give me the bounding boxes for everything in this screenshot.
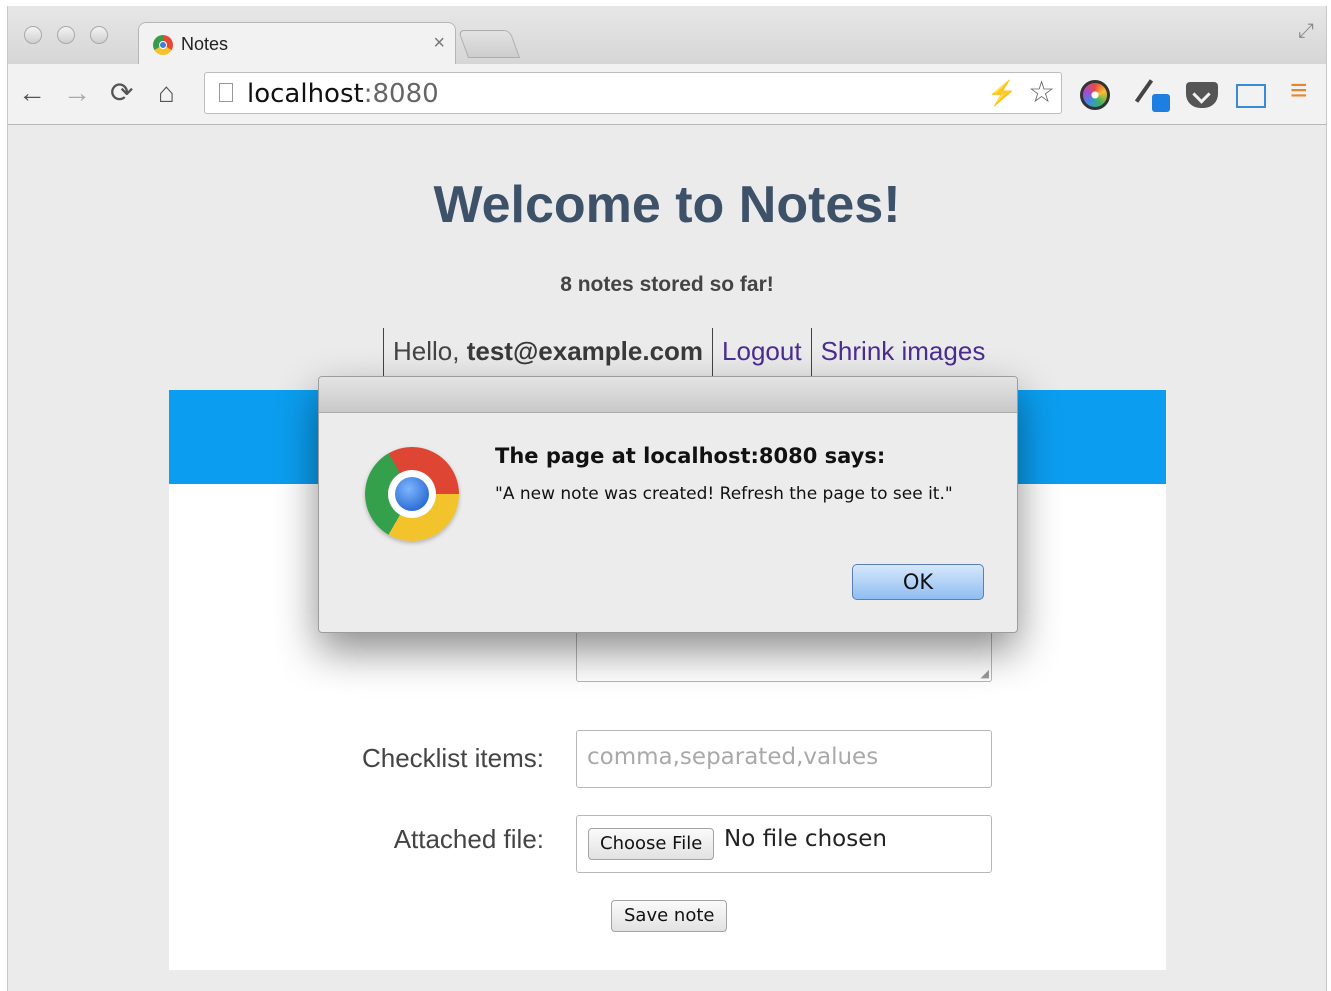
chrome-logo-ring <box>388 470 436 518</box>
bookmark-star-icon[interactable]: ☆ <box>1028 75 1055 110</box>
file-input[interactable]: Choose File No file chosen <box>576 815 992 873</box>
page-content: Welcome to Notes! 8 notes stored so far!… <box>8 125 1326 991</box>
tab-notes[interactable]: Notes × <box>138 22 456 64</box>
no-file-text: No file chosen <box>724 826 887 852</box>
notes-favicon-icon <box>153 35 173 55</box>
dialog-message: "A new note was created! Refresh the pag… <box>495 484 953 504</box>
reload-icon[interactable]: ⟳ <box>110 76 133 110</box>
url-host: localhost <box>247 79 364 109</box>
eyedropper-extension-icon[interactable] <box>1134 76 1170 112</box>
close-window-button[interactable] <box>24 26 42 44</box>
shrink-images-link[interactable]: Shrink images <box>810 328 995 376</box>
checklist-placeholder: comma,separated,values <box>587 744 879 770</box>
forward-arrow-icon[interactable]: → <box>63 76 91 110</box>
new-tab-button[interactable] <box>457 30 521 58</box>
browser-toolbar: ← → ⟳ ⌂ localhost:8080 ⚡ ☆ ≡ <box>8 64 1326 125</box>
chrome-logo-center <box>395 477 429 511</box>
tab-strip: Notes × ⤢ <box>8 6 1326 64</box>
alert-dialog: The page at localhost:8080 says: "A new … <box>318 376 1018 633</box>
tab-close-icon[interactable]: × <box>433 32 445 55</box>
checklist-input[interactable]: comma,separated,values <box>576 730 992 788</box>
fullscreen-icon[interactable]: ⤢ <box>1298 20 1314 43</box>
chrome-logo-icon <box>365 447 459 541</box>
url-port: :8080 <box>363 79 439 109</box>
tab-title: Notes <box>181 34 229 54</box>
dialog-titlebar <box>319 377 1017 413</box>
user-email: test@example.com <box>466 336 704 366</box>
save-note-button[interactable]: Save note <box>611 900 728 932</box>
url-text: localhost:8080 <box>247 79 439 109</box>
page-icon <box>219 83 233 102</box>
back-arrow-icon[interactable]: ← <box>18 76 46 110</box>
pocket-extension-icon[interactable] <box>1186 82 1218 108</box>
page-title: Welcome to Notes! <box>433 176 901 234</box>
user-nav: Hello, test@example.com Logout Shrink im… <box>383 328 994 376</box>
notes-count: 8 notes stored so far! <box>560 273 774 296</box>
checklist-label: Checklist items: <box>361 743 544 773</box>
file-label: Attached file: <box>393 824 544 854</box>
resize-handle-icon[interactable]: ◢ <box>981 667 989 680</box>
ok-button[interactable]: OK <box>852 564 984 600</box>
browser-window: Notes × ⤢ ← → ⟳ ⌂ localhost:8080 ⚡ ☆ ≡ W… <box>7 6 1327 991</box>
menu-icon[interactable]: ≡ <box>1290 74 1308 108</box>
minimize-window-button[interactable] <box>57 26 75 44</box>
window-resizer-extension-icon[interactable] <box>1236 84 1266 108</box>
address-bar[interactable]: localhost:8080 ⚡ ☆ <box>204 72 1062 114</box>
dialog-title: The page at localhost:8080 says: <box>495 444 886 468</box>
choose-file-button[interactable]: Choose File <box>588 828 715 860</box>
bolt-icon[interactable]: ⚡ <box>987 79 1017 108</box>
home-icon[interactable]: ⌂ <box>158 76 175 110</box>
logout-link[interactable]: Logout <box>712 328 811 376</box>
zoom-window-button[interactable] <box>90 26 108 44</box>
color-wheel-extension-icon[interactable] <box>1080 80 1110 110</box>
greeting: Hello, test@example.com <box>383 328 712 376</box>
greeting-prefix: Hello, <box>393 336 467 366</box>
